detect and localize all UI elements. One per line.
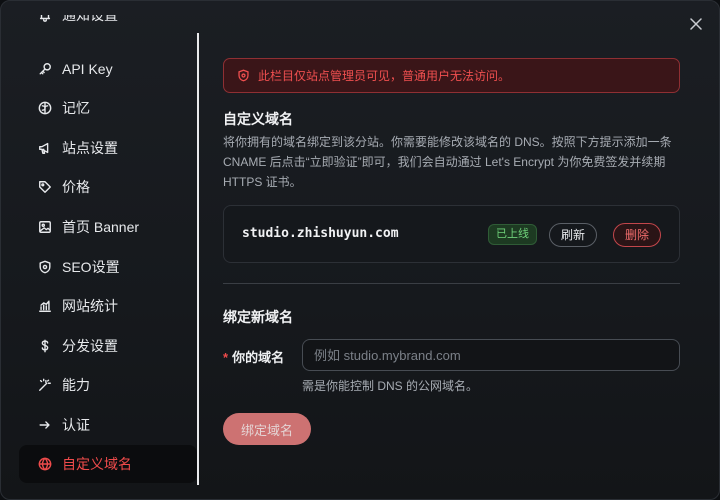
settings-dialog: 通知设置 API Key 记忆 站点设置 价格 首页 Banner SEO设置: [0, 0, 720, 500]
sidebar: 通知设置 API Key 记忆 站点设置 价格 首页 Banner SEO设置: [1, 1, 199, 499]
domain-field-label: * 你的域名: [223, 347, 284, 366]
sidebar-item-analytics[interactable]: 网站统计: [19, 287, 197, 325]
shield-alert-icon: [238, 69, 249, 82]
sidebar-item-label: 价格: [62, 179, 90, 195]
arrow-right-icon: [37, 417, 53, 433]
sidebar-item-api-key[interactable]: API Key: [19, 50, 197, 88]
chart-icon: [37, 298, 53, 314]
domain-name: studio.zhishuyun.com: [242, 226, 399, 241]
bind-domain-button[interactable]: 绑定域名: [223, 413, 311, 445]
sidebar-item-seo[interactable]: SEO设置: [19, 248, 197, 286]
admin-only-alert: 此栏目仅站点管理员可见，普通用户无法访问。: [223, 58, 680, 93]
sidebar-item-home-banner[interactable]: 首页 Banner: [19, 208, 197, 246]
refresh-button[interactable]: 刷新: [549, 223, 598, 247]
section-title-custom-domain: 自定义域名: [223, 111, 293, 127]
section-divider: [223, 283, 680, 284]
sidebar-item-label: 网站统计: [62, 298, 118, 314]
section-title-bind-new: 绑定新域名: [223, 309, 293, 325]
sidebar-item-label: 能力: [62, 377, 90, 393]
sidebar-item-label: 自定义域名: [62, 456, 132, 472]
bell-icon: [37, 15, 53, 23]
image-icon: [37, 219, 53, 235]
sidebar-item-label: SEO设置: [62, 259, 120, 275]
sidebar-item-custom-domain[interactable]: 自定义域名: [19, 445, 197, 483]
sidebar-divider: [197, 33, 199, 485]
close-icon: [690, 18, 702, 30]
sidebar-item-label: 首页 Banner: [62, 219, 140, 235]
sidebar-item-label: 站点设置: [62, 140, 118, 156]
required-marker: *: [223, 350, 229, 365]
sidebar-item-capabilities[interactable]: 能力: [19, 366, 197, 404]
domain-input[interactable]: [302, 339, 680, 371]
sidebar-item-label: 通知设置: [62, 15, 118, 23]
sidebar-item-label: 记忆: [62, 100, 90, 116]
section-description: 将你拥有的域名绑定到该分站。你需要能修改该域名的 DNS。按照下方提示添加一条 …: [223, 135, 672, 189]
tag-icon: [37, 179, 53, 195]
sidebar-item-notifications[interactable]: 通知设置: [19, 15, 197, 39]
sidebar-item-label: 分发设置: [62, 338, 118, 354]
delete-button[interactable]: 删除: [613, 223, 662, 247]
close-button[interactable]: [685, 13, 707, 35]
sidebar-item-pricing[interactable]: 价格: [19, 168, 197, 206]
domain-card: studio.zhishuyun.com 已上线 刷新 删除: [223, 205, 680, 263]
status-badge: 已上线: [488, 224, 537, 245]
megaphone-icon: [37, 140, 53, 156]
magic-wand-icon: [37, 377, 53, 393]
sidebar-item-memory[interactable]: 记忆: [19, 89, 197, 127]
shield-icon: [37, 259, 53, 275]
dollar-icon: [37, 338, 53, 354]
sidebar-item-label: 认证: [62, 417, 90, 433]
globe-icon: [37, 456, 53, 472]
sidebar-item-distribution[interactable]: 分发设置: [19, 327, 197, 365]
alert-text: 此栏目仅站点管理员可见，普通用户无法访问。: [258, 69, 511, 83]
domain-field-label-text: 你的域名: [232, 350, 285, 365]
domain-field-hint: 需是你能控制 DNS 的公网域名。: [302, 379, 479, 393]
brain-icon: [37, 100, 53, 116]
sidebar-item-site-settings[interactable]: 站点设置: [19, 129, 197, 167]
sidebar-item-label: API Key: [62, 61, 113, 77]
sidebar-item-auth[interactable]: 认证: [19, 406, 197, 444]
key-icon: [37, 61, 53, 77]
